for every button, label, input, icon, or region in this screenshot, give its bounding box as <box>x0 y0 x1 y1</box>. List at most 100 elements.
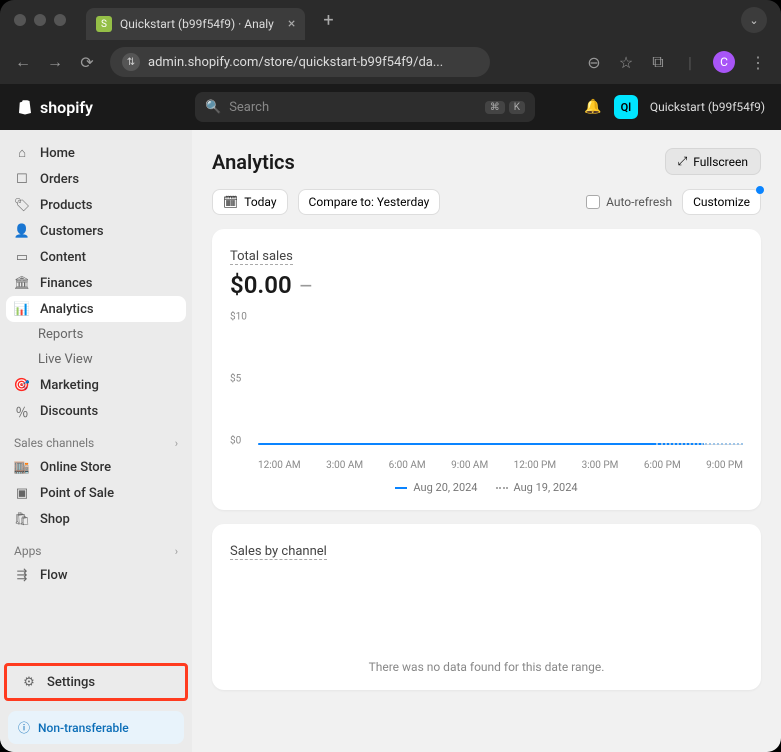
sidebar-item-reports[interactable]: Reports <box>0 322 192 347</box>
sidebar-item-label: Flow <box>40 568 68 583</box>
new-tab-button[interactable]: + <box>323 10 333 31</box>
pos-icon: ▣ <box>14 485 30 501</box>
shopify-topbar: shopify 🔍 Search ⌘ K 🔔 Ql Quickstart (b9… <box>0 84 781 130</box>
sidebar-item-finances[interactable]: 🏛Finances <box>0 270 192 296</box>
metric-label: Total sales <box>230 249 293 265</box>
sidebar-item-onlinestore[interactable]: 🏬Online Store <box>0 454 192 480</box>
sidebar-item-discounts[interactable]: ％Discounts <box>0 398 192 424</box>
search-placeholder: Search <box>229 100 269 115</box>
browser-menu-icon[interactable]: ⋮ <box>749 53 767 72</box>
sidebar-item-products[interactable]: 🏷Products <box>0 192 192 218</box>
browser-profile-avatar[interactable]: C <box>713 51 735 73</box>
marketing-icon: 🎯 <box>14 377 30 393</box>
sidebar-item-shop[interactable]: 🛍 Shop <box>0 506 192 532</box>
page-title: Analytics <box>212 150 295 174</box>
calendar-icon: 🗓 <box>223 195 238 209</box>
store-avatar[interactable]: Ql <box>614 95 638 119</box>
reload-icon[interactable]: ⟳ <box>78 53 96 72</box>
section-sales-channels[interactable]: Sales channels› <box>0 424 192 454</box>
store-name[interactable]: Quickstart (b99f54f9) <box>650 100 765 114</box>
flow-icon: ⇶ <box>14 567 30 583</box>
sidebar-item-label: Content <box>40 250 86 265</box>
sidebar-item-label: Home <box>40 146 75 161</box>
sidebar-item-settings[interactable]: ⚙Settings <box>7 666 185 698</box>
sidebar-item-home[interactable]: ⌂ Home <box>0 140 192 166</box>
shopify-logo-icon <box>16 98 34 116</box>
orders-icon: ☐ <box>14 171 30 187</box>
tabs-dropdown-icon[interactable]: ⌄ <box>741 7 767 33</box>
sidebar-item-label: Point of Sale <box>40 486 114 501</box>
notifications-icon[interactable]: 🔔 <box>584 99 601 115</box>
content-icon: ▭ <box>14 249 30 265</box>
extensions-icon[interactable]: ⧉ <box>649 52 667 72</box>
site-settings-icon[interactable]: ⇅ <box>122 53 140 71</box>
tab-title: Quickstart (b99f54f9) · Analy <box>120 17 274 31</box>
url-field[interactable]: ⇅ admin.shopify.com/store/quickstart-b99… <box>110 47 490 77</box>
legend-swatch-dash-icon <box>496 487 508 489</box>
customize-button[interactable]: Customize <box>682 189 761 215</box>
auto-refresh-toggle[interactable]: Auto-refresh <box>586 195 672 209</box>
sidebar-item-label: Live View <box>38 352 93 367</box>
non-transferable-banner[interactable]: ⓘNon-transferable <box>8 711 184 744</box>
chart-legend: Aug 20, 2024 Aug 19, 2024 <box>230 481 743 494</box>
kbd-k: K <box>509 101 525 114</box>
min-dot[interactable] <box>34 14 46 26</box>
analytics-icon: 📊 <box>14 301 30 317</box>
info-icon: ⓘ <box>18 719 30 736</box>
max-dot[interactable] <box>54 14 66 26</box>
shopify-favicon-icon: S <box>96 16 112 32</box>
y-tick: $0 <box>230 436 241 447</box>
fullscreen-button[interactable]: ⤢Fullscreen <box>665 148 761 175</box>
home-icon: ⌂ <box>14 145 30 161</box>
section-apps[interactable]: Apps› <box>0 532 192 562</box>
sidebar-item-analytics[interactable]: 📊 Analytics <box>6 296 186 322</box>
browser-tab[interactable]: S Quickstart (b99f54f9) · Analy × <box>86 8 305 40</box>
sidebar-item-label: Discounts <box>40 404 98 419</box>
metric-value: $0.00— <box>230 271 743 299</box>
legend-swatch-icon <box>395 487 407 489</box>
sidebar-item-content[interactable]: ▭ Content <box>0 244 192 270</box>
legend-item: Aug 20, 2024 <box>395 481 477 494</box>
finances-icon: 🏛 <box>14 275 30 291</box>
shopify-logo[interactable]: shopify <box>16 98 93 117</box>
total-sales-chart: $10 $5 $0 12:00 AM 3:00 AM 6:00 AM 9:00 … <box>230 311 743 471</box>
forward-icon[interactable]: → <box>46 52 64 72</box>
date-range-button[interactable]: 🗓Today <box>212 189 288 215</box>
sidebar-item-flow[interactable]: ⇶ Flow <box>0 562 192 588</box>
bookmark-icon[interactable]: ☆ <box>617 53 635 72</box>
close-dot[interactable] <box>14 14 26 26</box>
url-text: admin.shopify.com/store/quickstart-b99f5… <box>148 55 443 70</box>
legend-item: Aug 19, 2024 <box>496 481 578 494</box>
sidebar-item-customers[interactable]: 👤Customers <box>0 218 192 244</box>
sidebar-item-label: Customers <box>40 224 104 239</box>
back-icon[interactable]: ← <box>14 52 32 72</box>
series-compare-line <box>656 443 743 445</box>
zoom-icon[interactable]: ⊖ <box>585 53 603 72</box>
checkbox-icon[interactable] <box>586 195 600 209</box>
shop-icon: 🛍 <box>14 511 30 527</box>
browser-urlbar: ← → ⟳ ⇅ admin.shopify.com/store/quicksta… <box>0 40 781 84</box>
sidebar-item-orders[interactable]: ☐Orders <box>0 166 192 192</box>
sidebar-item-label: Marketing <box>40 378 99 393</box>
empty-state-text: There was no data found for this date ra… <box>230 560 743 674</box>
customize-indicator-icon <box>756 186 764 194</box>
settings-highlight: ⚙Settings <box>4 663 188 701</box>
sidebar-item-label: Reports <box>38 327 83 342</box>
chevron-right-icon: › <box>175 545 178 558</box>
sidebar-item-liveview[interactable]: Live View <box>0 347 192 372</box>
search-icon: 🔍 <box>205 100 221 115</box>
series-current-line <box>258 443 704 445</box>
compare-button[interactable]: Compare to: Yesterday <box>298 189 441 215</box>
sidebar-item-marketing[interactable]: 🎯 Marketing <box>0 372 192 398</box>
sidebar-item-label: Settings <box>47 675 95 690</box>
sidebar-item-pos[interactable]: ▣ Point of Sale <box>0 480 192 506</box>
y-tick: $10 <box>230 312 247 323</box>
window-controls[interactable] <box>14 14 66 26</box>
sidebar: ⌂ Home ☐Orders 🏷Products 👤Customers ▭ Cont… <box>0 130 192 752</box>
close-tab-icon[interactable]: × <box>288 16 295 32</box>
search-input[interactable]: 🔍 Search ⌘ K <box>195 92 535 122</box>
products-icon: 🏷 <box>14 197 30 213</box>
sidebar-item-label: Analytics <box>40 302 94 317</box>
fullscreen-icon: ⤢ <box>678 154 688 169</box>
sidebar-item-label: Shop <box>40 512 70 527</box>
